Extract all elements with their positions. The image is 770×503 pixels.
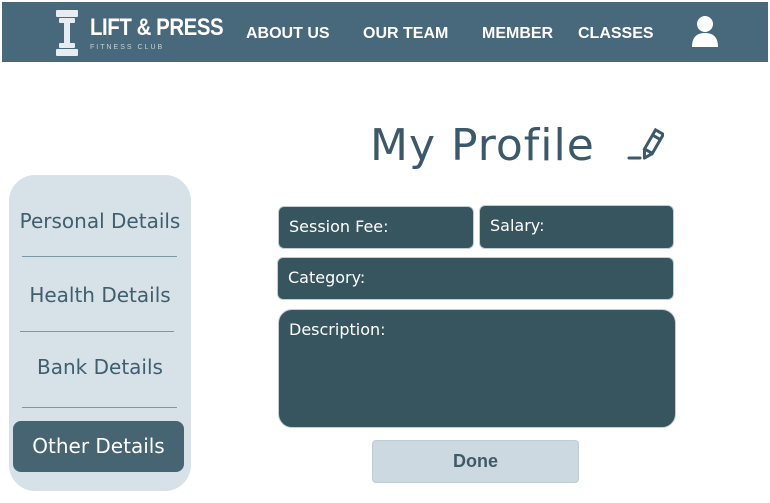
sidebar-divider bbox=[20, 331, 174, 332]
description-label: Description: bbox=[289, 320, 386, 339]
salary-field[interactable]: Salary: bbox=[479, 205, 674, 249]
user-icon[interactable] bbox=[690, 14, 720, 48]
sidebar-divider bbox=[22, 407, 177, 408]
dumbbell-icon bbox=[56, 10, 78, 56]
done-button[interactable]: Done bbox=[372, 440, 579, 483]
salary-label: Salary: bbox=[490, 216, 545, 235]
session-fee-field[interactable]: Session Fee: bbox=[278, 206, 474, 249]
sidebar-item-personal-details[interactable]: Personal Details bbox=[9, 209, 191, 233]
sidebar-item-other-details[interactable]: Other Details bbox=[13, 421, 184, 472]
page-title: My Profile bbox=[370, 120, 595, 171]
nav-link-about-us[interactable]: ABOUT US bbox=[246, 25, 330, 43]
nav-link-our-team[interactable]: OUR TEAM bbox=[363, 25, 448, 43]
profile-sidebar: Personal Details Health Details Bank Det… bbox=[9, 175, 191, 491]
nav-link-classes[interactable]: CLASSES bbox=[578, 25, 654, 43]
sidebar-divider bbox=[22, 256, 177, 257]
sidebar-item-health-details[interactable]: Health Details bbox=[9, 283, 191, 307]
pencil-icon[interactable] bbox=[626, 128, 664, 164]
brand-logo[interactable]: LIFT & PRESS FITNESS CLUB bbox=[54, 8, 224, 56]
category-field[interactable]: Category: bbox=[277, 257, 674, 300]
description-field[interactable]: Description: bbox=[278, 309, 676, 428]
sidebar-item-bank-details[interactable]: Bank Details bbox=[9, 355, 191, 379]
brand-tagline: FITNESS CLUB bbox=[90, 44, 165, 51]
brand-name: LIFT & PRESS bbox=[90, 14, 224, 41]
top-navbar: LIFT & PRESS FITNESS CLUB ABOUT US OUR T… bbox=[2, 2, 768, 62]
session-fee-label: Session Fee: bbox=[289, 217, 389, 236]
category-label: Category: bbox=[288, 268, 366, 287]
nav-link-member[interactable]: MEMBER bbox=[482, 25, 553, 43]
